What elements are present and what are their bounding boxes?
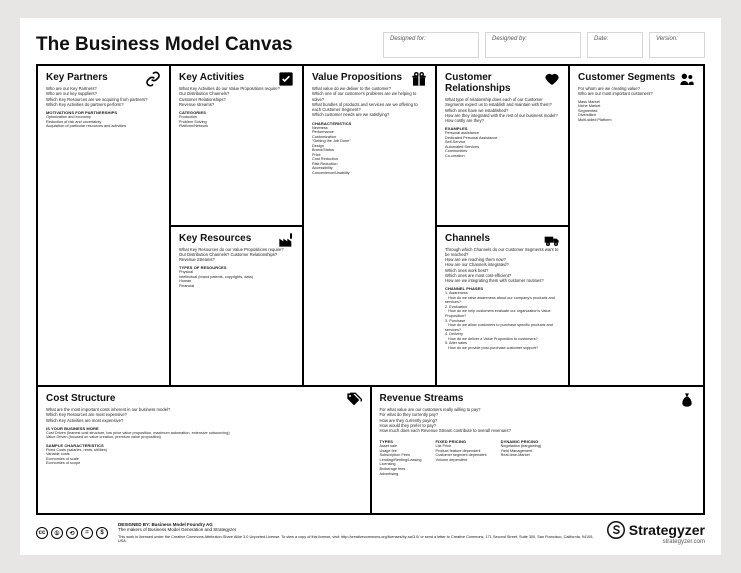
canvas-bottom-row: Cost Structure What are the most importa… — [38, 385, 703, 513]
block-list: NewnessPerformanceCustomization"Getting … — [312, 126, 427, 176]
block-key-resources: Key Resources What Key Resources do our … — [171, 227, 304, 386]
cc-nc-icon: $ — [96, 527, 108, 539]
brand-name: Strategyzer — [629, 522, 705, 538]
block-channels: Channels Through which Channels do our C… — [437, 227, 570, 386]
block-value-propositions: Value Propositions What value do we deli… — [304, 66, 437, 385]
block-questions: For what value are our customers really … — [380, 407, 696, 433]
block-list: Asset saleUsage feeSubscription FeesLend… — [380, 444, 422, 476]
block-title: Value Propositions — [312, 72, 427, 83]
factory-icon — [278, 232, 294, 248]
designed-by-name: Business Model Foundry AG — [151, 522, 212, 527]
truck-icon — [544, 232, 560, 248]
s-logo-icon — [607, 521, 625, 539]
block-questions: What value do we deliver to the customer… — [312, 86, 427, 118]
canvas-top-row: Key Partners Who are our Key Partners?Wh… — [38, 66, 703, 385]
block-list: Cost Driven (leanest cost structure, low… — [46, 431, 362, 440]
gift-icon — [411, 71, 427, 87]
brand-logo: Strategyzer — [607, 521, 705, 539]
block-title: Customer Relationships — [445, 72, 560, 94]
block-questions: Who are our Key Partners?Who are our key… — [46, 86, 161, 107]
link-icon — [145, 71, 161, 87]
block-list: Mass MarketNiche MarketSegmentedDiversif… — [578, 100, 695, 123]
block-title: Key Partners — [46, 72, 161, 83]
block-list: Optimization and economyReduction of ris… — [46, 115, 161, 129]
block-revenue-streams: Revenue Streams For what value are our c… — [372, 387, 704, 513]
block-title: Channels — [445, 233, 560, 244]
block-questions: For whom are we creating value?Who are o… — [578, 86, 695, 97]
people-icon — [679, 71, 695, 87]
cc-sa-icon: ⟲ — [66, 527, 78, 539]
block-key-activities: Key Activities What Key Activities do ou… — [171, 66, 304, 227]
cc-by-icon: ① — [51, 527, 63, 539]
block-questions: What Key Resources do our Value Proposit… — [179, 247, 294, 263]
tags-icon — [346, 392, 362, 408]
block-title: Key Resources — [179, 233, 294, 244]
page-title: The Business Model Canvas — [36, 34, 293, 58]
block-list: ProductionProblem SolvingPlatform/Networ… — [179, 115, 294, 129]
meta-fields: Designed for: Designed by: Date: Version… — [303, 32, 705, 58]
field-designed-by[interactable]: Designed by: — [485, 32, 581, 58]
block-questions: Through which Channels do our Customer S… — [445, 247, 560, 284]
field-date[interactable]: Date: — [587, 32, 643, 58]
cc-icon: cc — [36, 527, 48, 539]
field-version[interactable]: Version: — [649, 32, 705, 58]
block-list: List PriceProduct feature dependentCusto… — [436, 444, 487, 462]
block-list: Negotiation (bargaining)Yield Management… — [501, 444, 542, 458]
block-list: 1. Awareness How do we raise awareness a… — [445, 291, 560, 350]
block-cost-structure: Cost Structure What are the most importa… — [38, 387, 372, 513]
designed-by-label: DESIGNED BY: — [118, 522, 150, 527]
block-title: Key Activities — [179, 72, 294, 83]
block-title: Customer Segments — [578, 72, 695, 83]
credits-sub: The makers of Business Model Generation … — [118, 527, 597, 532]
block-list: Personal assistanceDedicated Personal As… — [445, 131, 560, 158]
block-title: Cost Structure — [46, 393, 362, 404]
block-customer-segments: Customer Segments For whom are we creati… — [570, 66, 703, 385]
block-list: PhysicalIntellectual (brand patents, cop… — [179, 270, 294, 288]
cc-nd-icon: = — [81, 527, 93, 539]
block-title: Revenue Streams — [380, 393, 696, 404]
block-key-partners: Key Partners Who are our Key Partners?Wh… — [38, 66, 171, 385]
block-customer-relationships: Customer Relationships What type of rela… — [437, 66, 570, 227]
checkbox-icon — [278, 71, 294, 87]
footer: cc ① ⟲ = $ DESIGNED BY: Business Model F… — [36, 515, 705, 545]
credits: DESIGNED BY: Business Model Foundry AG T… — [118, 522, 597, 544]
brand-url: strategyzer.com — [663, 539, 705, 545]
canvas-sheet: The Business Model Canvas Designed for: … — [20, 18, 721, 555]
header: The Business Model Canvas Designed for: … — [36, 32, 705, 58]
cc-icons: cc ① ⟲ = $ — [36, 527, 108, 539]
moneybag-icon — [679, 392, 695, 408]
block-questions: What type of relationship does each of o… — [445, 97, 560, 123]
block-questions: What are the most important costs inhere… — [46, 407, 362, 423]
heart-icon — [544, 71, 560, 87]
field-designed-for[interactable]: Designed for: — [383, 32, 479, 58]
brand: Strategyzer strategyzer.com — [607, 521, 705, 545]
block-list: Fixed Costs (salaries, rents, utilities)… — [46, 448, 362, 466]
block-questions: What Key Activities do our Value Proposi… — [179, 86, 294, 107]
license-text: This work is licensed under the Creative… — [118, 535, 597, 544]
canvas-grid: Key Partners Who are our Key Partners?Wh… — [36, 64, 705, 515]
